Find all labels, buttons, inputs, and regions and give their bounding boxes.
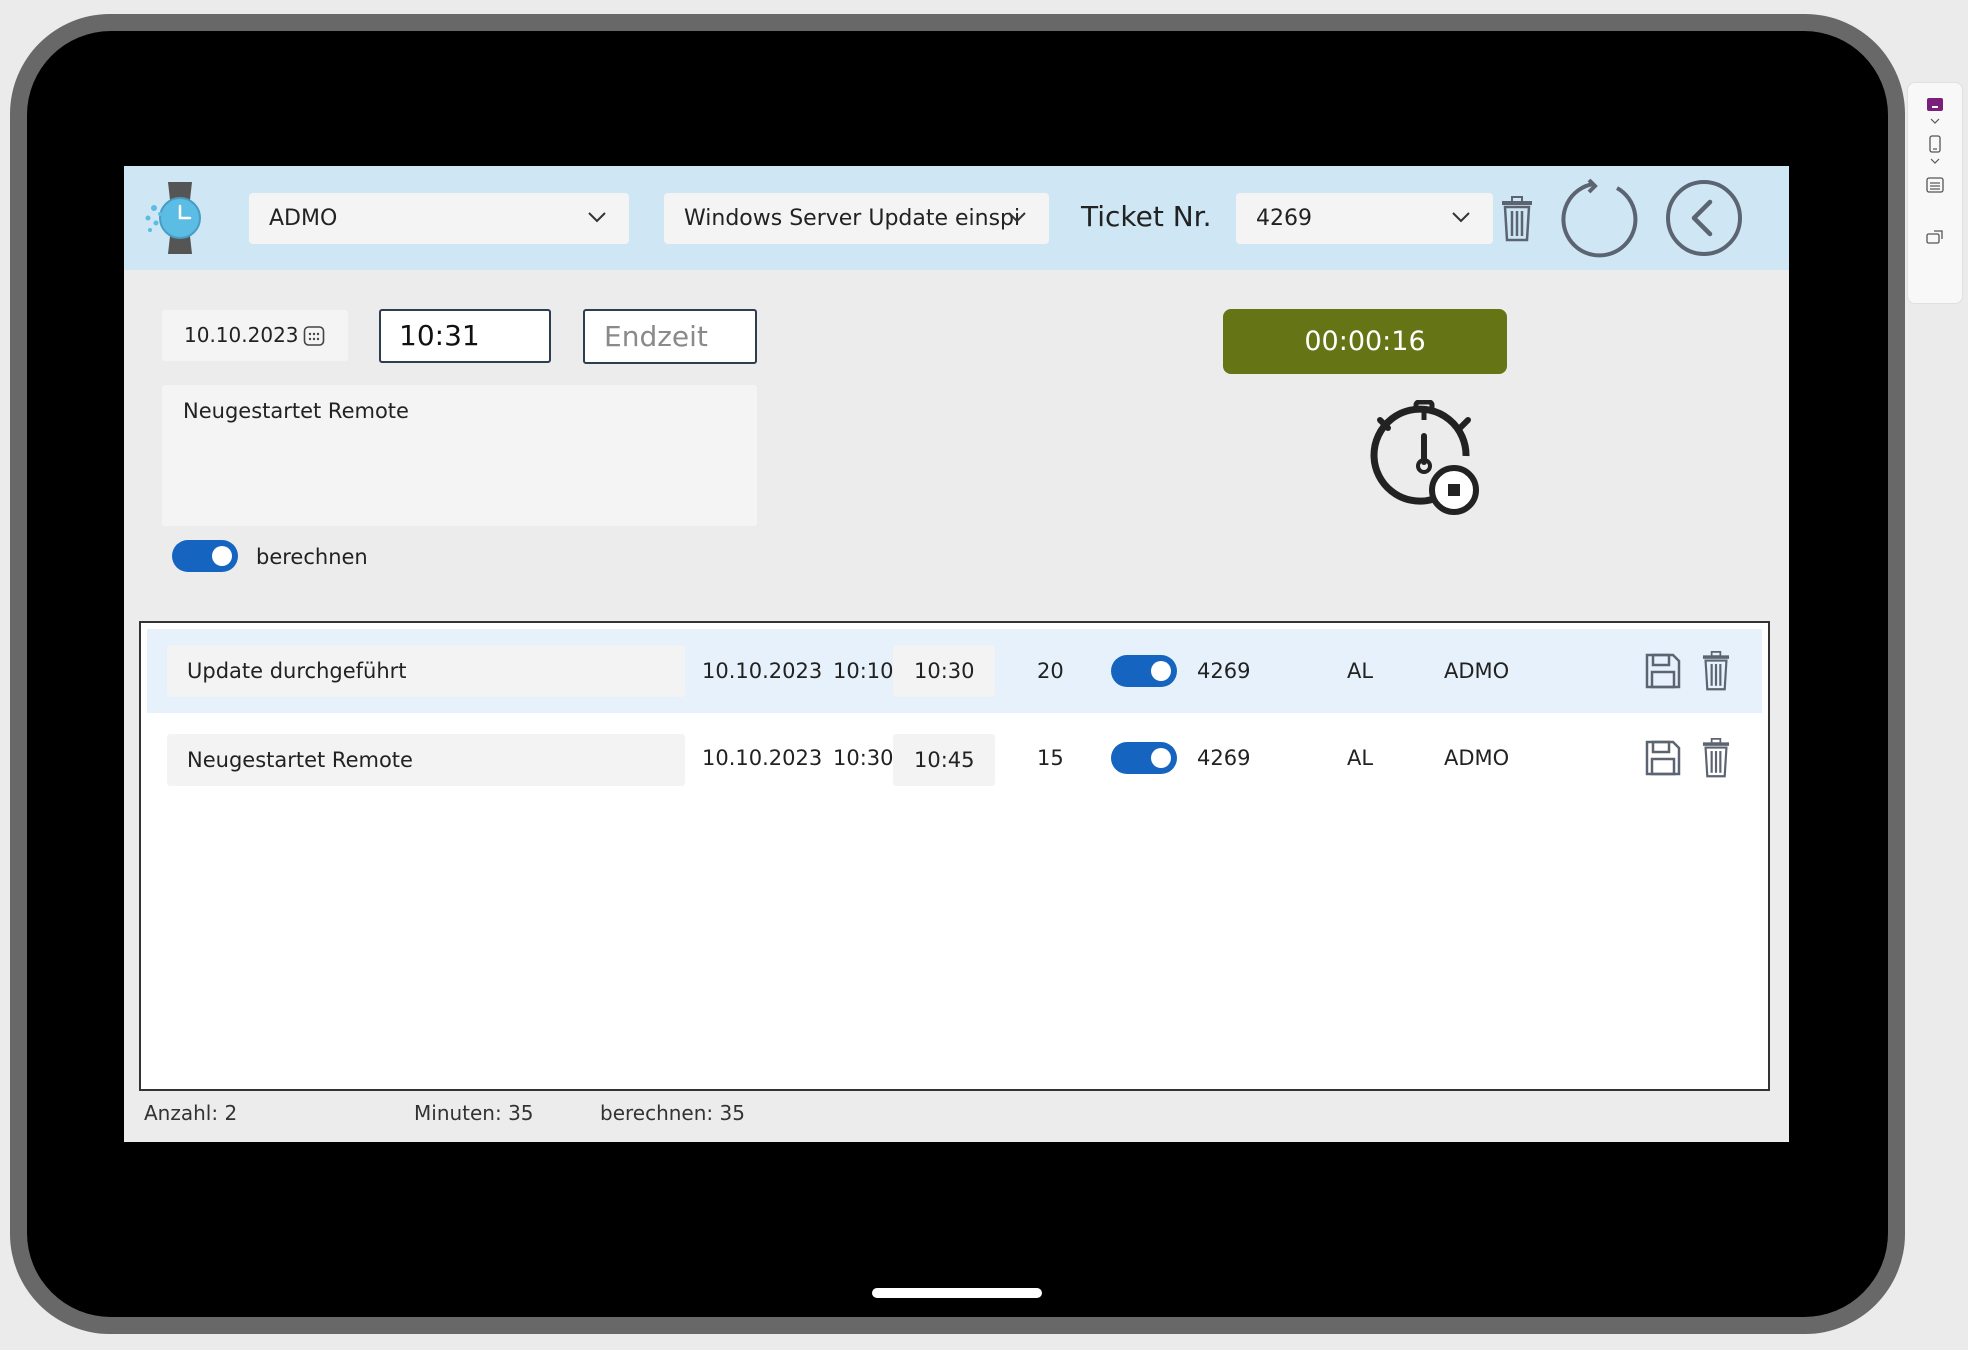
entry-description[interactable]: Neugestartet Remote [167, 734, 685, 786]
app-screen: ADMO Windows Server Update einspi Ticket… [124, 166, 1789, 1142]
back-icon[interactable] [1664, 178, 1744, 258]
timer-display[interactable]: 00:00:16 [1223, 309, 1507, 374]
entries-list: Update durchgeführt 10.10.2023 10:10 10:… [139, 621, 1770, 1091]
entry-date: 10.10.2023 [702, 659, 823, 683]
entry-billable-toggle[interactable] [1111, 742, 1177, 774]
phone-view-icon[interactable] [1929, 135, 1941, 153]
entry-billable-toggle[interactable] [1111, 655, 1177, 687]
entry-customer: ADMO [1444, 659, 1510, 683]
calculate-toggle[interactable] [172, 540, 238, 572]
refresh-icon[interactable] [1559, 178, 1639, 258]
customer-dropdown[interactable]: ADMO [249, 193, 629, 244]
orientation-icon[interactable] [1926, 229, 1946, 245]
chevron-down-icon [1008, 212, 1026, 223]
chevron-down-icon[interactable] [1930, 157, 1940, 165]
entry-customer: ADMO [1444, 746, 1510, 770]
date-picker[interactable]: 10.10.2023 [162, 310, 348, 361]
ticket-dropdown[interactable]: 4269 [1236, 193, 1493, 244]
entry-end[interactable]: 10:30 [893, 645, 995, 697]
side-toolbar [1907, 82, 1963, 304]
stopwatch-stop-icon[interactable] [1364, 400, 1484, 520]
tablet-view-icon[interactable] [1926, 97, 1944, 113]
minutes-total: Minuten: 35 [414, 1101, 534, 1125]
entry-description[interactable]: Update durchgeführt [167, 645, 685, 697]
chevron-down-icon[interactable] [1930, 117, 1940, 125]
entry-ticket: 4269 [1197, 659, 1251, 683]
entry-start: 10:30 [833, 746, 894, 770]
save-icon[interactable] [1645, 653, 1681, 689]
chevron-down-icon [1452, 212, 1470, 223]
toggle-knob [212, 546, 232, 566]
billable-total: berechnen: 35 [600, 1101, 745, 1125]
entry-ticket: 4269 [1197, 746, 1251, 770]
date-value: 10.10.2023 [184, 323, 299, 347]
trash-icon[interactable] [1701, 738, 1731, 778]
entry-user: AL [1347, 746, 1374, 770]
customer-dropdown-value: ADMO [269, 206, 338, 231]
task-dropdown-value: Windows Server Update einspi [684, 206, 1021, 231]
entry-start: 10:10 [833, 659, 894, 683]
entry-minutes: 15 [1037, 746, 1064, 770]
table-row[interactable]: Neugestartet Remote 10.10.2023 10:30 10:… [147, 718, 1762, 802]
toggle-knob [1151, 661, 1171, 681]
entry-minutes: 20 [1037, 659, 1064, 683]
trash-icon[interactable] [1500, 196, 1534, 242]
end-time-input[interactable]: Endzeit [583, 309, 757, 364]
window-view-icon[interactable] [1926, 177, 1944, 193]
note-textarea[interactable]: Neugestartet Remote [162, 385, 757, 526]
chevron-down-icon [588, 212, 606, 223]
toggle-knob [1151, 748, 1171, 768]
entry-end[interactable]: 10:45 [893, 734, 995, 786]
watch-logo-icon [145, 182, 201, 254]
save-icon[interactable] [1645, 740, 1681, 776]
table-row[interactable]: Update durchgeführt 10.10.2023 10:10 10:… [147, 629, 1762, 713]
entry-count: Anzahl: 2 [144, 1101, 238, 1125]
task-dropdown[interactable]: Windows Server Update einspi [664, 193, 1049, 244]
entry-user: AL [1347, 659, 1374, 683]
entry-date: 10.10.2023 [702, 746, 823, 770]
ticket-label: Ticket Nr. [1081, 200, 1212, 233]
ticket-dropdown-value: 4269 [1256, 206, 1312, 231]
header-bar: ADMO Windows Server Update einspi Ticket… [124, 166, 1789, 270]
trash-icon[interactable] [1701, 651, 1731, 691]
start-time-input[interactable]: 10:31 [379, 309, 551, 363]
calculate-label: berechnen [256, 545, 368, 569]
calendar-icon[interactable] [303, 325, 325, 347]
home-indicator [872, 1288, 1042, 1298]
